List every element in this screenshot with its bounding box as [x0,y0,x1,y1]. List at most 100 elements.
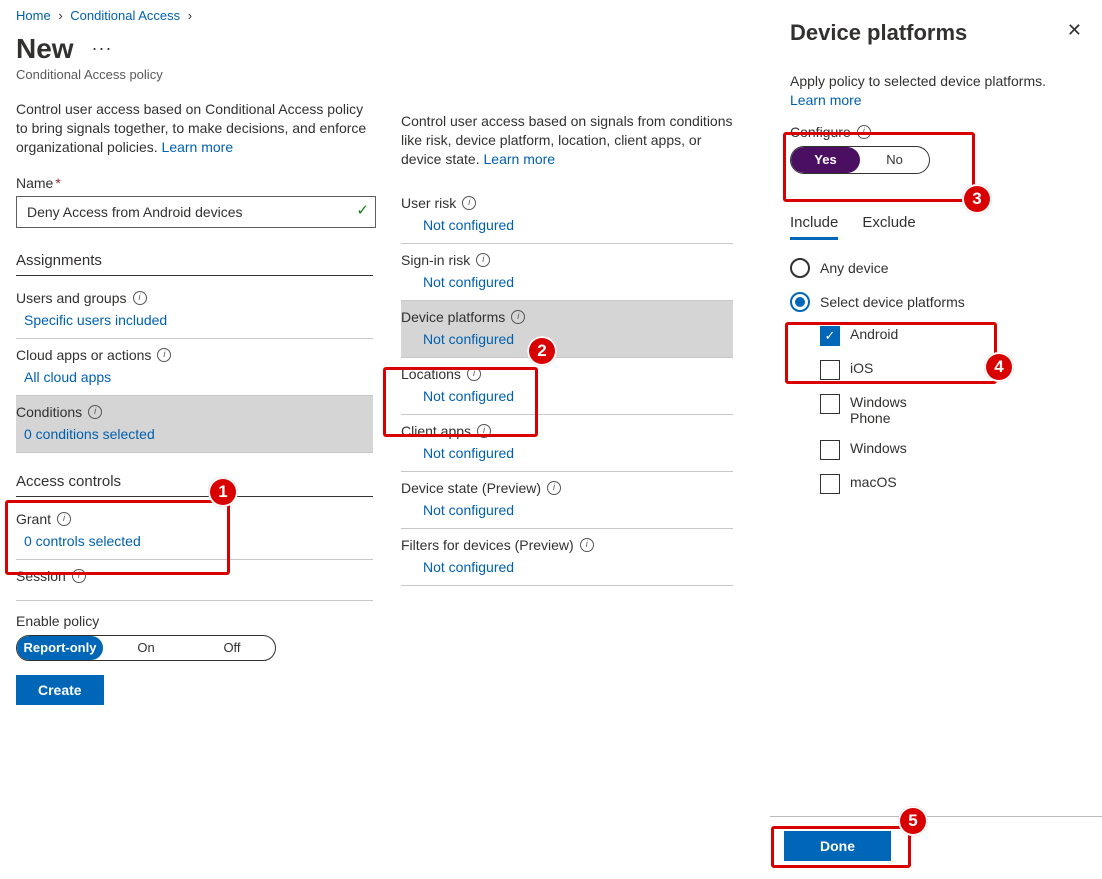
checkbox-label: macOS [850,474,897,490]
checkbox-windows-phone[interactable]: Windows Phone [820,394,1082,426]
row-title: Conditions [16,404,82,420]
checkbox-macos[interactable]: macOS [820,474,1082,494]
breadcrumb: Home › Conditional Access › [16,8,373,23]
row-title: Locations [401,366,461,382]
row-title: Users and groups [16,290,127,306]
radio-icon [790,258,810,278]
info-icon[interactable] [157,348,171,362]
checkbox-label: iOS [850,360,873,376]
toggle-off[interactable]: Off [189,636,275,660]
info-icon[interactable] [462,196,476,210]
toggle-on[interactable]: On [103,636,189,660]
checkbox-label: Windows [850,440,907,456]
row-signin-risk[interactable]: Sign-in risk Not configured [401,244,733,301]
info-icon[interactable] [88,405,102,419]
row-cloud-apps[interactable]: Cloud apps or actions All cloud apps [16,339,373,396]
name-input-value: Deny Access from Android devices [27,204,243,220]
checkbox-android[interactable]: Android [820,326,1082,346]
done-button[interactable]: Done [784,831,891,861]
learn-more-link[interactable]: Learn more [790,92,862,108]
learn-more-link[interactable]: Learn more [484,151,556,167]
enable-policy-toggle[interactable]: Report-only On Off [16,635,276,661]
checkbox-label: Android [850,326,898,342]
row-value: Not configured [401,445,731,461]
checkbox-icon [820,394,840,414]
radio-label: Select device platforms [820,294,965,310]
row-value: All cloud apps [16,369,371,385]
intro-text: Control user access based on Conditional… [16,100,373,157]
row-filters-devices[interactable]: Filters for devices (Preview) Not config… [401,529,733,586]
learn-more-link[interactable]: Learn more [162,139,234,155]
info-icon[interactable] [467,367,481,381]
access-controls-header: Access controls [16,473,373,497]
checkbox-icon [820,440,840,460]
chevron-right-icon: › [58,8,62,23]
assignments-header: Assignments [16,252,373,276]
breadcrumb-home[interactable]: Home [16,8,51,23]
enable-policy-label: Enable policy [16,613,373,629]
checkmark-icon: ✓ [356,201,369,219]
info-icon[interactable] [476,253,490,267]
breadcrumb-conditional-access[interactable]: Conditional Access [70,8,180,23]
configure-toggle[interactable]: Yes No [790,146,930,174]
row-value: Not configured [401,331,731,347]
chevron-right-icon: › [188,8,192,23]
row-value: Not configured [401,559,731,575]
row-value: 0 controls selected [16,533,371,549]
create-button[interactable]: Create [16,675,104,705]
info-icon[interactable] [511,310,525,324]
checkbox-icon [820,474,840,494]
configure-yes[interactable]: Yes [791,147,860,173]
checkbox-icon [820,360,840,380]
close-icon[interactable]: ✕ [1067,20,1082,41]
checkbox-windows[interactable]: Windows [820,440,1082,460]
tab-exclude[interactable]: Exclude [862,214,915,240]
tab-include[interactable]: Include [790,214,838,240]
row-locations[interactable]: Locations Not configured [401,358,733,415]
row-conditions[interactable]: Conditions 0 conditions selected [16,396,373,453]
row-grant[interactable]: Grant 0 controls selected [16,503,373,560]
radio-select-platforms[interactable]: Select device platforms [790,292,1082,312]
row-title: Device platforms [401,309,505,325]
panel-intro: Apply policy to selected device platform… [790,72,1082,110]
name-input[interactable]: Deny Access from Android devices ✓ [16,196,376,228]
checkbox-ios[interactable]: iOS [820,360,1082,380]
radio-label: Any device [820,260,888,276]
row-title: Filters for devices (Preview) [401,537,574,553]
row-value: Specific users included [16,312,371,328]
toggle-report-only[interactable]: Report-only [17,636,103,660]
row-device-platforms[interactable]: Device platforms Not configured [401,301,733,358]
row-title: Cloud apps or actions [16,347,151,363]
info-icon[interactable] [580,538,594,552]
row-value: Not configured [401,217,731,233]
more-icon[interactable]: ··· [91,38,112,59]
info-icon[interactable] [857,125,871,139]
page-title: New [16,33,74,65]
row-title: User risk [401,195,456,211]
info-icon[interactable] [547,481,561,495]
panel-title: Device platforms [790,20,967,46]
row-users-and-groups[interactable]: Users and groups Specific users included [16,282,373,339]
info-icon[interactable] [477,424,491,438]
info-icon[interactable] [133,291,147,305]
row-value: Not configured [401,274,731,290]
row-user-risk[interactable]: User risk Not configured [401,187,733,244]
radio-icon [790,292,810,312]
checkbox-label: Windows Phone [850,394,940,426]
row-title: Client apps [401,423,471,439]
row-session[interactable]: Session [16,560,373,601]
row-client-apps[interactable]: Client apps Not configured [401,415,733,472]
checkbox-icon [820,326,840,346]
row-device-state[interactable]: Device state (Preview) Not configured [401,472,733,529]
row-title: Device state (Preview) [401,480,541,496]
row-title: Sign-in risk [401,252,470,268]
info-icon[interactable] [72,569,86,583]
row-value: Not configured [401,502,731,518]
radio-any-device[interactable]: Any device [790,258,1082,278]
conditions-intro: Control user access based on signals fro… [401,112,733,169]
row-value: 0 conditions selected [16,426,371,442]
configure-label: Configure [790,124,851,140]
configure-no[interactable]: No [860,147,929,173]
row-value: Not configured [401,388,731,404]
info-icon[interactable] [57,512,71,526]
